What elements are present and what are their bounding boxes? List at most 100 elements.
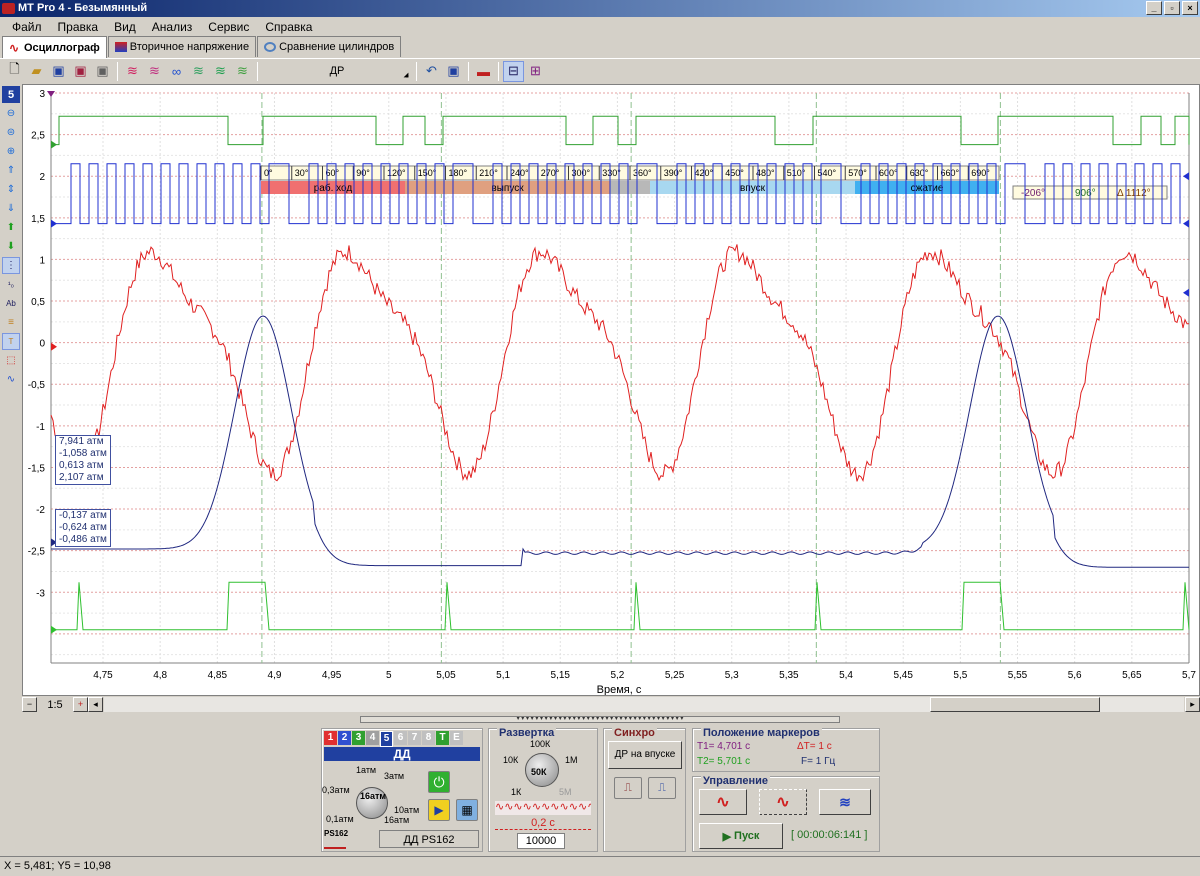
power-button[interactable]: ⏻ <box>428 771 450 793</box>
channel-tab-2[interactable]: 2 <box>338 731 351 745</box>
calculator-icon[interactable]: ▦ <box>456 799 478 821</box>
channel-number-badge[interactable]: 5 <box>2 86 20 103</box>
car-icon[interactable]: ▬ <box>473 61 494 82</box>
channel-tab-T[interactable]: T <box>436 731 449 745</box>
maximize-button[interactable]: ▫ <box>1164 1 1180 15</box>
degree-label: 270° <box>541 168 560 178</box>
zoom-out-time-button[interactable]: − <box>22 697 37 712</box>
marker-list-icon[interactable]: ≡ <box>2 314 20 331</box>
time-scrollbar[interactable] <box>104 697 1184 712</box>
degree-label: 210° <box>479 168 498 178</box>
scale-center-icon[interactable]: ⇕ <box>2 181 20 198</box>
t1-t0-icon[interactable]: ¹₀ <box>2 276 20 293</box>
stat-max: 7,941 атм <box>59 436 104 447</box>
channel-tab-1[interactable]: 1 <box>324 731 337 745</box>
zoom-out-icon[interactable]: ⊖ <box>2 105 20 122</box>
menu-service[interactable]: Сервис <box>200 20 257 34</box>
oscilloscope-plot[interactable]: 3 2,5 2 1,5 1 0,5 0 -0,5 -1 -1,5 -2 -2,5 -3 4,75 4,8 4… <box>22 84 1200 696</box>
x-tick-label: 4,75 <box>93 670 113 681</box>
crosshair-icon[interactable]: ⊞ <box>525 61 546 82</box>
degree-label: 600° <box>879 168 898 178</box>
scroll-right-button[interactable]: ▸ <box>1185 697 1200 712</box>
knob-label-1atm: 1атм <box>356 765 377 775</box>
minimize-button[interactable]: _ <box>1146 1 1162 15</box>
panel-splitter[interactable]: ▾ ▾ ▾ ▾ ▾ ▾ ▾ ▾ ▾ ▾ ▾ ▾ ▾ ▾ ▾ ▾ ▾ ▾ ▾ ▾ … <box>360 716 840 723</box>
channel-marker <box>51 342 57 351</box>
x-tick-label: 5,45 <box>893 670 913 681</box>
sweep-points-spinner[interactable]: 10000 <box>517 833 565 849</box>
play-icon[interactable]: ▶ <box>428 799 450 821</box>
x-tick-label: 5,2 <box>610 670 624 681</box>
signal-stack-icon[interactable]: ≋ <box>232 61 253 82</box>
single-wave-button[interactable]: ∿ <box>699 789 747 815</box>
time-zoom-level: 1:5 <box>47 698 63 711</box>
sync-rising-edge-icon[interactable]: ⎍ <box>614 777 642 799</box>
stat-t1: -0,137 атм <box>59 510 107 521</box>
cylinders-compare-icon <box>264 42 277 52</box>
channel-marker <box>51 219 57 228</box>
undo-icon[interactable]: ↶ <box>421 61 442 82</box>
open-folder-icon[interactable]: ▰ <box>26 61 47 82</box>
new-file-icon[interactable]: 🗋 <box>4 61 25 82</box>
scale-up-icon[interactable]: ⇑ <box>2 162 20 179</box>
scrollbar-thumb[interactable] <box>930 697 1100 712</box>
toolbar-separator <box>468 61 469 81</box>
menu-help[interactable]: Справка <box>257 20 320 34</box>
scale-down-icon[interactable]: ⇓ <box>2 200 20 217</box>
menu-view[interactable]: Вид <box>106 20 144 34</box>
channel-tab-5[interactable]: 5 <box>380 731 393 747</box>
phase-label: сжатие <box>911 183 944 194</box>
title-bar: MT Pro 4 - Безымянный _ ▫ × <box>0 0 1200 17</box>
tab-oscilloscope[interactable]: ∿ Осциллограф <box>2 36 107 58</box>
channel-tab-3[interactable]: 3 <box>352 731 365 745</box>
channel-marker <box>51 140 57 149</box>
stat-min: -1,058 атм <box>59 448 107 459</box>
save-icon[interactable]: ▣ <box>48 61 69 82</box>
tab-secondary-voltage[interactable]: Вторичное напряжение <box>107 36 257 57</box>
channel-tab-E[interactable]: E <box>450 731 463 745</box>
signal-blue-icon[interactable]: ∞ <box>166 61 187 82</box>
grid-icon[interactable]: ⋮ <box>2 257 20 274</box>
channel-tab-8[interactable]: 8 <box>422 731 435 745</box>
channel-marker-right <box>1183 219 1189 228</box>
signal-red-icon[interactable]: ≋ <box>122 61 143 82</box>
signal-green-icon[interactable]: ≋ <box>188 61 209 82</box>
start-button[interactable]: ▶ Пуск <box>699 823 783 849</box>
t1-t2-markers-icon[interactable]: T <box>2 333 20 350</box>
sensor-select[interactable]: ДД PS162 <box>379 830 479 848</box>
y-tick-label: -1,5 <box>28 463 46 474</box>
move-down-icon[interactable]: ⬇ <box>2 238 20 255</box>
multi-wave-button[interactable]: ≋ <box>819 789 871 815</box>
menu-edit[interactable]: Правка <box>50 20 107 34</box>
save-all-icon[interactable]: ▣ <box>92 61 113 82</box>
save-as-icon[interactable]: ▣ <box>70 61 91 82</box>
scroll-left-button[interactable]: ◂ <box>88 697 103 712</box>
channel-tab-4[interactable]: 4 <box>366 731 379 745</box>
signal-multi-icon[interactable]: ≋ <box>210 61 231 82</box>
zoom-in-icon[interactable]: ⊕ <box>2 143 20 160</box>
sweep-time: 0,2 с <box>495 817 591 830</box>
close-button[interactable]: × <box>1182 1 1198 15</box>
wave-icon[interactable]: ∿ <box>2 371 20 388</box>
save-state-icon[interactable]: ▣ <box>443 61 464 82</box>
measure-icon[interactable]: ⊟ <box>503 60 524 82</box>
chart-icon[interactable]: ⬚ <box>2 352 20 369</box>
menu-analysis[interactable]: Анализ <box>144 20 201 34</box>
sync-falling-edge-icon[interactable]: ⎍ <box>648 777 676 799</box>
preset-dropdown[interactable]: ДР <box>262 61 412 82</box>
window-title: MT Pro 4 - Безымянный <box>18 2 148 14</box>
channel-tab-7[interactable]: 7 <box>408 731 421 745</box>
channel-tab-6[interactable]: 6 <box>394 731 407 745</box>
zoom-fit-icon[interactable]: ⊜ <box>2 124 20 141</box>
text-label-icon[interactable]: Ab <box>2 295 20 312</box>
move-up-icon[interactable]: ⬆ <box>2 219 20 236</box>
sweep-wave-icon: ∿∿∿∿∿∿∿∿∿∿∿ <box>495 801 591 815</box>
marker-freq: F= 1 Гц <box>801 756 836 767</box>
zoom-in-time-button[interactable]: + <box>73 697 88 712</box>
tab-cylinders-compare[interactable]: Сравнение цилиндров <box>257 36 402 57</box>
continuous-wave-button[interactable]: ∿ <box>759 789 807 815</box>
sync-mode-select[interactable]: ДР на впуске <box>608 741 682 769</box>
signal-mixed-icon[interactable]: ≋ <box>144 61 165 82</box>
menu-file[interactable]: Файл <box>4 20 50 34</box>
sweep-label-1m: 1М <box>565 755 578 765</box>
